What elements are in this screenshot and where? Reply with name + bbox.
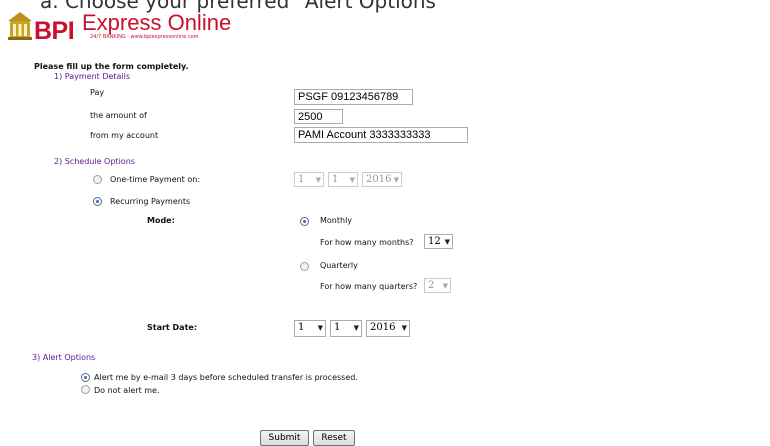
monthly-radio[interactable] [300,217,309,226]
start-month-select[interactable]: 1 ▼ [294,320,326,337]
payee-field[interactable]: PSGF 09123456789 [294,89,413,105]
quarterly-label: Quarterly [320,261,358,270]
alert-email-radio[interactable] [81,373,90,382]
months-select[interactable]: 12 ▼ [424,234,453,249]
start-year-value: 2016 [370,322,396,333]
payment-form: Please fill up the form completely. 1) P… [32,62,770,408]
logo-brand: BPI [34,17,75,45]
dropdown-arrow-icon: ▼ [401,324,407,332]
onetime-payment-label: One-time Payment on: [110,175,201,184]
start-month-value: 1 [298,322,305,333]
account-label: from my account [90,131,159,140]
amount-label: the amount of [90,111,147,120]
payment-details-heading: 1) Payment Details [54,72,131,81]
onetime-month-select[interactable]: 1 ▼ [294,172,324,187]
recurring-payments-radio[interactable] [93,197,102,206]
no-alert-label: Do not alert me. [94,386,160,395]
alert-email-label: Alert me by e-mail 3 days before schedul… [94,373,358,382]
pay-label: Pay [90,88,105,97]
alert-options-heading: 3) Alert Options [32,353,96,362]
dropdown-arrow-icon: ▼ [444,238,450,246]
dropdown-arrow-icon: ▼ [442,282,448,290]
no-alert-radio[interactable] [81,385,90,394]
schedule-options-heading: 2) Schedule Options [54,157,135,166]
start-year-select[interactable]: 2016 ▼ [366,320,410,337]
dropdown-arrow-icon: ▼ [315,176,321,184]
submit-button[interactable]: Submit [260,430,309,446]
dropdown-arrow-icon: ▼ [349,176,355,184]
quarters-question: For how many quarters? [320,282,418,291]
form-instruction: Please fill up the form completely. [34,62,189,71]
bank-building-icon [8,12,32,40]
quarterly-radio[interactable] [300,262,309,271]
onetime-month-value: 1 [298,174,305,185]
onetime-year-select[interactable]: 2016 ▼ [362,172,402,187]
bpi-logo: BPI Express Online 24/7 BANKING · www.bp… [4,8,244,50]
amount-field[interactable]: 2500 [294,109,343,124]
onetime-day-value: 1 [332,174,339,185]
start-day-select[interactable]: 1 ▼ [330,320,362,337]
logo-tagline: 24/7 BANKING · www.bpiexpressonline.com [90,34,199,40]
months-value: 12 [428,236,441,247]
dropdown-arrow-icon: ▼ [317,324,323,332]
onetime-year-value: 2016 [366,174,392,185]
onetime-payment-radio[interactable] [93,175,102,184]
reset-button[interactable]: Reset [313,430,355,446]
logo-title: Express Online [82,10,232,35]
dropdown-arrow-icon: ▼ [353,324,359,332]
source-account-field[interactable]: PAMI Account 3333333333 [294,127,468,143]
start-date-label: Start Date: [147,323,198,332]
onetime-day-select[interactable]: 1 ▼ [328,172,358,187]
months-question: For how many months? [320,238,414,247]
recurring-payments-label: Recurring Payments [110,197,191,206]
mode-label: Mode: [147,216,175,225]
dropdown-arrow-icon: ▼ [393,176,399,184]
monthly-label: Monthly [320,216,353,225]
start-day-value: 1 [334,322,341,333]
quarters-select[interactable]: 2 ▼ [424,278,451,293]
quarters-value: 2 [428,280,435,291]
